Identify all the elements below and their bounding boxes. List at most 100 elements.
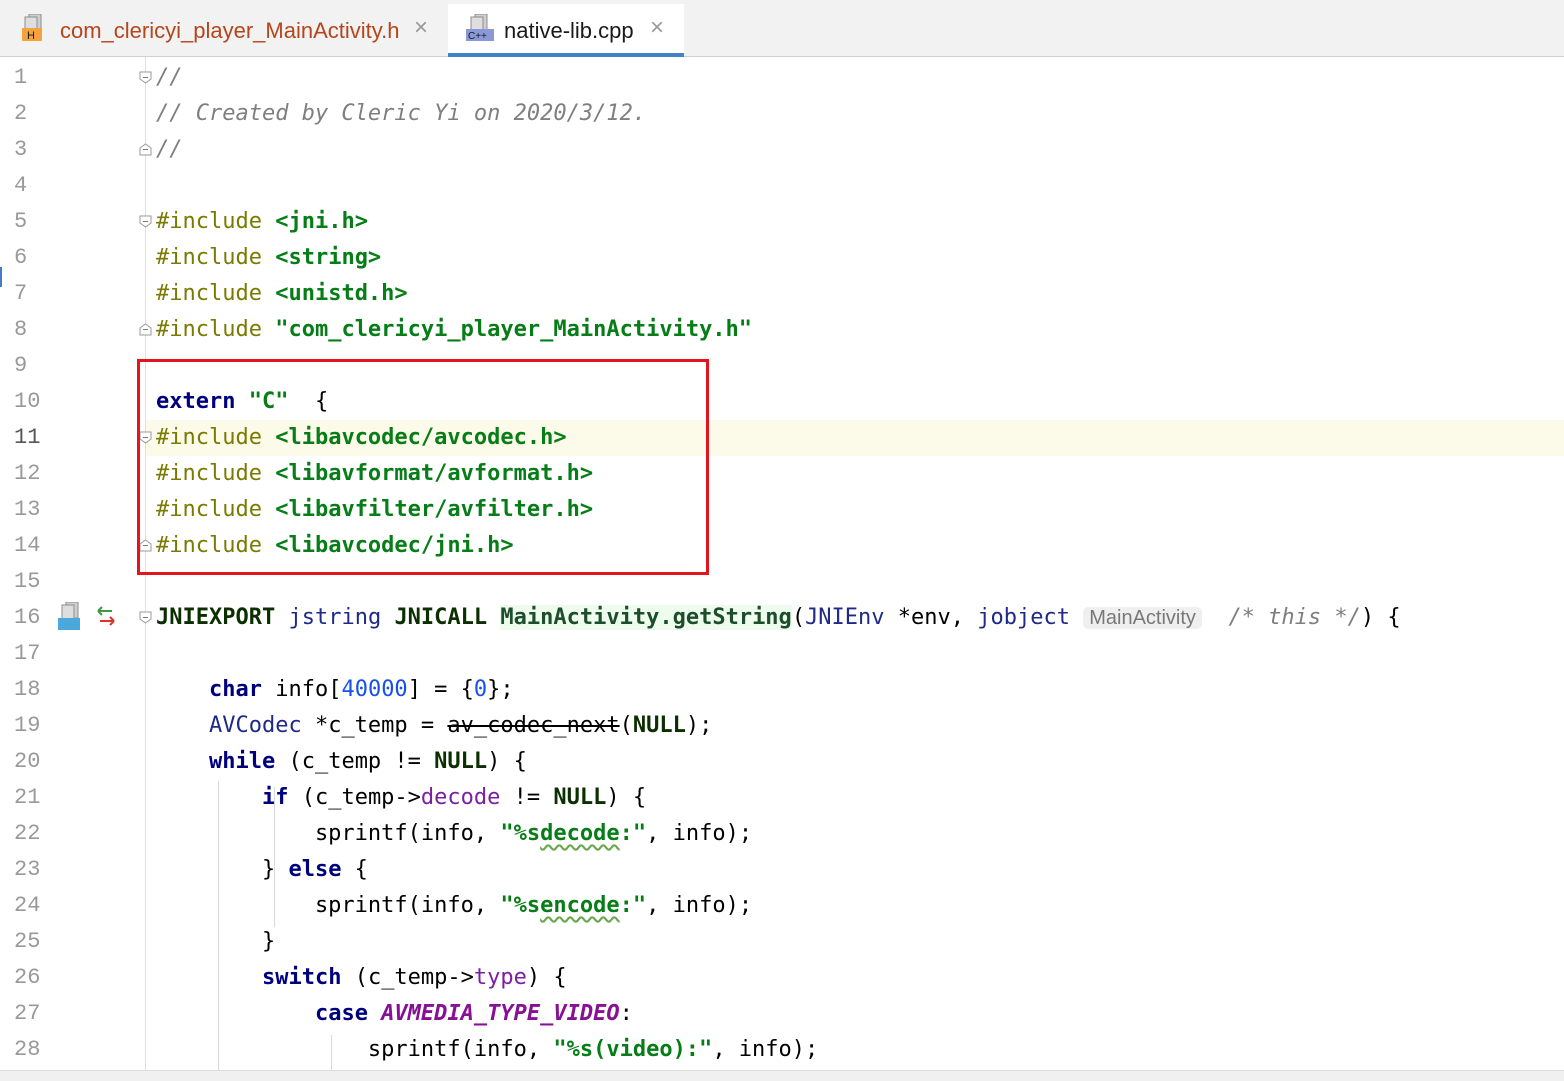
tab-cpp-file[interactable]: C++ native-lib.cpp × (448, 4, 684, 57)
code-token: , info); (646, 893, 753, 918)
code-token: <jni.h> (275, 209, 368, 234)
line-number: 2 (14, 101, 28, 126)
code-text: AVCodec *c_temp = av_codec_next(NULL); (156, 708, 712, 744)
code-token: decode (540, 821, 620, 846)
horizontal-scrollbar[interactable] (0, 1070, 1564, 1081)
line-number: 15 (14, 569, 41, 594)
code-line[interactable]: // Created by Cleric Yi on 2020/3/12. (0, 96, 1564, 132)
code-token: #include (156, 317, 276, 342)
code-token: jstring (288, 605, 382, 630)
code-line[interactable] (0, 636, 1564, 672)
code-line[interactable]: #include "com_clericyi_player_MainActivi… (0, 312, 1564, 348)
jni-method-icon[interactable] (58, 602, 86, 632)
line-number: 21 (14, 785, 41, 810)
code-line[interactable]: // (0, 132, 1564, 168)
header-file-icon: H (22, 14, 42, 42)
code-line[interactable] (0, 168, 1564, 204)
code-text: case AVMEDIA_TYPE_VIDEO: (156, 996, 633, 1032)
code-text: } (156, 924, 275, 960)
code-token: { (341, 857, 368, 882)
code-line[interactable]: while (c_temp != NULL) { (0, 744, 1564, 780)
fold-open-icon[interactable] (139, 611, 152, 624)
code-line[interactable]: sprintf(info, "%sencode:", info); (0, 888, 1564, 924)
code-token: if (261, 785, 289, 810)
code-token: #include (156, 209, 276, 234)
line-number: 7 (14, 281, 28, 306)
fold-open-icon[interactable] (139, 215, 152, 228)
code-token: :" (619, 893, 647, 918)
code-line[interactable]: } else { (0, 852, 1564, 888)
code-token: <unistd.h> (275, 281, 408, 306)
close-icon[interactable]: × (650, 16, 664, 40)
line-number: 17 (14, 641, 41, 666)
code-token: JNICALL (394, 605, 488, 630)
line-number: 13 (14, 497, 41, 522)
code-line[interactable]: #include <jni.h> (0, 204, 1564, 240)
close-icon[interactable]: × (414, 16, 428, 40)
line-number: 3 (14, 137, 28, 162)
code-token: } (156, 929, 276, 954)
fold-close-icon[interactable] (139, 323, 152, 336)
code-token: ( (791, 605, 806, 630)
code-token: != (500, 785, 554, 810)
code-line[interactable]: #include <unistd.h> (0, 276, 1564, 312)
line-number: 5 (14, 209, 28, 234)
code-token: ] = { (407, 677, 474, 702)
line-number: 18 (14, 677, 41, 702)
code-line[interactable]: if (c_temp->decode != NULL) { (0, 780, 1564, 816)
code-text: // (156, 60, 183, 96)
code-text: // Created by Cleric Yi on 2020/3/12. (156, 96, 646, 132)
code-token: sprintf(info, (156, 1037, 554, 1062)
code-line[interactable]: #include <string> (0, 240, 1564, 276)
line-number: 4 (14, 173, 28, 198)
code-text: #include <jni.h> (156, 204, 368, 240)
code-line[interactable]: case AVMEDIA_TYPE_VIDEO: (0, 996, 1564, 1032)
line-number: 12 (14, 461, 41, 486)
indent-guide (274, 787, 275, 927)
code-line[interactable]: char info[40000] = {0}; (0, 672, 1564, 708)
code-token: case (314, 1001, 368, 1026)
code-text: #include <unistd.h> (156, 276, 408, 312)
line-number: 25 (14, 929, 41, 954)
fold-close-icon[interactable] (139, 143, 152, 156)
code-token: MainActivity.getString (500, 605, 792, 630)
line-number: 28 (14, 1037, 41, 1062)
tab-header-file[interactable]: H com_clericyi_player_MainActivity.h × (18, 4, 448, 56)
svg-text:H: H (27, 30, 35, 42)
code-text: sprintf(info, "%sencode:", info); (156, 888, 752, 924)
code-token: while (208, 749, 276, 774)
code-text: } else { (156, 852, 368, 888)
code-token: AVMEDIA_TYPE_VIDEO (381, 1001, 620, 1026)
line-number: 1 (14, 65, 28, 90)
code-token: JNIEnv (805, 605, 885, 630)
navigate-arrows-icon[interactable] (94, 604, 118, 628)
code-token: info[ (261, 677, 342, 702)
code-editor[interactable]: // // Created by Cleric Yi on 2020/3/12. /… (0, 57, 1564, 1070)
code-text: char info[40000] = {0}; (156, 672, 514, 708)
code-token: , info); (646, 821, 753, 846)
code-text: #include "com_clericyi_player_MainActivi… (156, 312, 752, 348)
code-line[interactable]: sprintf(info, "%sdecode:", info); (0, 816, 1564, 852)
code-token: , info); (712, 1037, 819, 1062)
code-token: encode (540, 893, 620, 918)
code-line[interactable]: sprintf(info, "%s(video):", info); (0, 1032, 1564, 1068)
code-token: *env, (884, 605, 978, 630)
code-token: /* this */ (1228, 605, 1361, 630)
line-number: 19 (14, 713, 41, 738)
code-token: NULL (434, 749, 488, 774)
fold-open-icon[interactable] (139, 71, 152, 84)
code-line[interactable]: // (0, 60, 1564, 96)
code-line[interactable]: } (0, 924, 1564, 960)
code-token: *c_temp = (301, 713, 448, 738)
code-token: jobject (977, 605, 1070, 630)
code-line[interactable]: JNIEXPORT jstring JNICALL MainActivity.g… (0, 600, 1564, 636)
code-line[interactable]: switch (c_temp->type) { (0, 960, 1564, 996)
code-token: av_codec_next (447, 713, 620, 738)
code-line[interactable]: AVCodec *c_temp = av_codec_next(NULL); (0, 708, 1564, 744)
change-marker (0, 267, 2, 287)
line-number: 27 (14, 1001, 41, 1026)
